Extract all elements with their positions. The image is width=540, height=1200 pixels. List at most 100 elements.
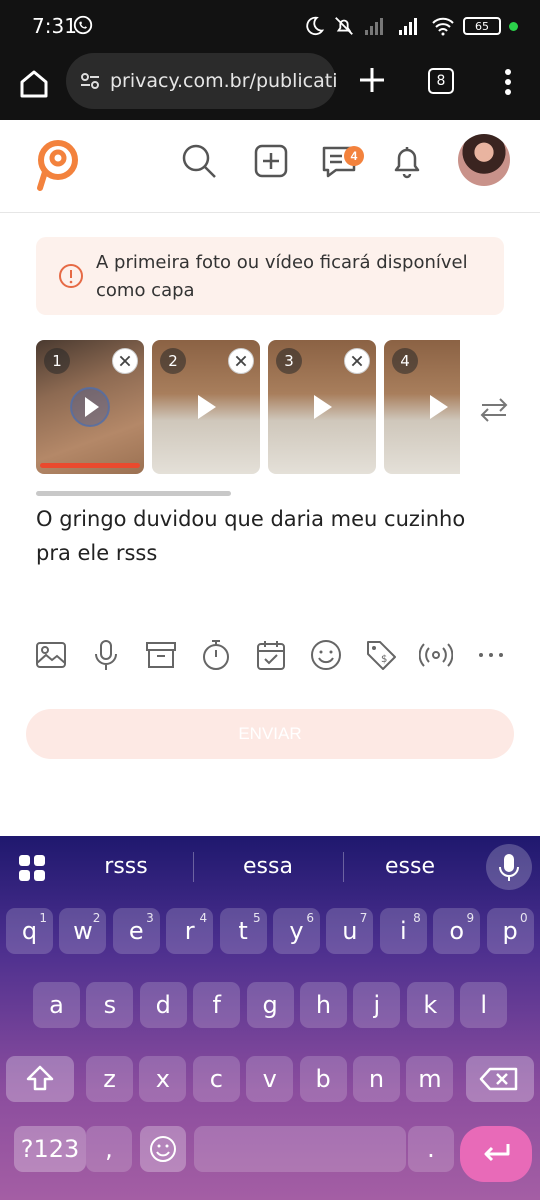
media-thumb[interactable]: 2 <box>152 340 260 474</box>
enter-key-icon[interactable] <box>460 1126 532 1182</box>
key-g[interactable]: g <box>246 982 294 1028</box>
site-settings-icon[interactable] <box>78 69 102 93</box>
emoji-icon[interactable] <box>309 638 343 672</box>
key-p[interactable]: p0 <box>486 908 534 954</box>
status-icons: 65 <box>303 12 518 40</box>
suggestion[interactable]: esse <box>350 854 470 879</box>
key-f[interactable]: f <box>193 982 241 1028</box>
key-label: w <box>73 917 93 945</box>
privacy-logo-icon[interactable] <box>30 136 84 192</box>
key-s[interactable]: s <box>86 982 134 1028</box>
key-t[interactable]: t5 <box>219 908 267 954</box>
key-period[interactable]: . <box>408 1126 454 1172</box>
send-button[interactable]: ENVIAR <box>26 709 514 759</box>
key-symbols[interactable]: ?123 <box>14 1126 86 1172</box>
svg-text:$: $ <box>381 654 387 665</box>
remove-media-icon[interactable] <box>228 348 254 374</box>
screen: 7:31 65 privacy.com.br/publication 8 4 <box>0 0 540 1200</box>
cover-notice: A primeira foto ou vídeo ficará disponív… <box>36 237 504 315</box>
mic-icon[interactable] <box>89 638 123 672</box>
key-comma[interactable]: , <box>86 1126 132 1172</box>
live-icon[interactable] <box>419 638 453 672</box>
key-r[interactable]: r4 <box>166 908 214 954</box>
remove-media-icon[interactable] <box>112 348 138 374</box>
play-icon[interactable] <box>418 387 458 427</box>
timer-icon[interactable] <box>199 638 233 672</box>
suggestion[interactable]: essa <box>208 854 328 879</box>
address-bar[interactable]: privacy.com.br/publication <box>66 53 336 109</box>
key-label: p <box>502 917 518 945</box>
suggestion[interactable]: rsss <box>66 854 186 879</box>
reorder-icon[interactable] <box>478 394 510 426</box>
key-i[interactable]: i8 <box>379 908 427 954</box>
whatsapp-icon <box>73 15 93 35</box>
key-k[interactable]: k <box>406 982 454 1028</box>
emoji-key-icon[interactable] <box>140 1126 186 1172</box>
key-label: i <box>399 917 407 945</box>
key-v[interactable]: v <box>246 1056 294 1102</box>
search-icon[interactable] <box>180 142 218 180</box>
key-l[interactable]: l <box>460 982 508 1028</box>
new-tab-icon[interactable] <box>354 62 390 98</box>
keyboard: rsss essa esse ?123 , . q1w2e3r4t5y6u7i8… <box>0 836 540 1200</box>
battery-indicator: 65 <box>463 17 501 35</box>
key-hint: 9 <box>466 911 475 925</box>
add-post-icon[interactable] <box>252 142 290 180</box>
wifi-icon <box>432 17 454 36</box>
backspace-key-icon[interactable] <box>466 1056 534 1102</box>
play-icon[interactable] <box>70 387 110 427</box>
bell-icon[interactable] <box>388 142 426 180</box>
key-hint: 8 <box>413 911 421 925</box>
key-hint: 1 <box>39 911 47 925</box>
tab-switcher-button[interactable]: 8 <box>428 68 454 94</box>
more-icon[interactable] <box>474 638 508 672</box>
key-e[interactable]: e3 <box>112 908 160 954</box>
image-icon[interactable] <box>34 638 68 672</box>
key-y[interactable]: y6 <box>273 908 320 954</box>
more-vert-icon[interactable] <box>496 66 520 98</box>
key-hint: 2 <box>92 911 101 925</box>
key-space[interactable] <box>194 1126 406 1172</box>
media-thumb[interactable]: 1 <box>36 340 144 474</box>
key-n[interactable]: n <box>353 1056 400 1102</box>
apps-grid-icon[interactable] <box>18 854 46 882</box>
avatar[interactable] <box>458 134 510 186</box>
moon-icon <box>306 16 325 36</box>
key-m[interactable]: m <box>406 1056 454 1102</box>
key-c[interactable]: c <box>192 1056 240 1102</box>
media-strip[interactable]: 1 2 3 4 <box>36 340 460 476</box>
key-q[interactable]: q1 <box>6 908 53 954</box>
remove-media-icon[interactable] <box>344 348 370 374</box>
shift-key-icon[interactable] <box>6 1056 74 1102</box>
key-w[interactable]: w2 <box>59 908 107 954</box>
key-b[interactable]: b <box>299 1056 347 1102</box>
thumb-number: 4 <box>392 348 418 374</box>
post-caption-field[interactable]: O gringo duvidou que daria meu cuzinho p… <box>36 502 506 570</box>
key-h[interactable]: h <box>300 982 347 1028</box>
key-x[interactable]: x <box>139 1056 187 1102</box>
key-o[interactable]: o9 <box>433 908 481 954</box>
post-toolbar: $ <box>34 638 514 676</box>
key-hint: 7 <box>359 911 368 925</box>
key-z[interactable]: z <box>86 1056 133 1102</box>
key-label: y <box>289 917 304 945</box>
media-scrollbar[interactable] <box>36 491 231 496</box>
play-icon[interactable] <box>302 387 342 427</box>
play-icon[interactable] <box>186 387 226 427</box>
upload-progress-bar <box>40 463 140 468</box>
archive-icon[interactable] <box>144 638 178 672</box>
key-a[interactable]: a <box>33 982 80 1028</box>
info-icon <box>59 264 83 288</box>
key-d[interactable]: d <box>139 982 187 1028</box>
privacy-indicator-dot <box>509 21 518 31</box>
key-j[interactable]: j <box>353 982 401 1028</box>
price-tag-icon[interactable]: $ <box>364 638 398 672</box>
voice-input-icon[interactable] <box>486 844 532 890</box>
key-hint: 5 <box>252 911 261 925</box>
calendar-icon[interactable] <box>254 638 288 672</box>
key-u[interactable]: u7 <box>326 908 374 954</box>
media-thumb[interactable]: 4 <box>384 340 460 474</box>
thumb-number: 2 <box>160 348 186 374</box>
home-icon[interactable] <box>14 64 54 104</box>
media-thumb[interactable]: 3 <box>268 340 376 474</box>
